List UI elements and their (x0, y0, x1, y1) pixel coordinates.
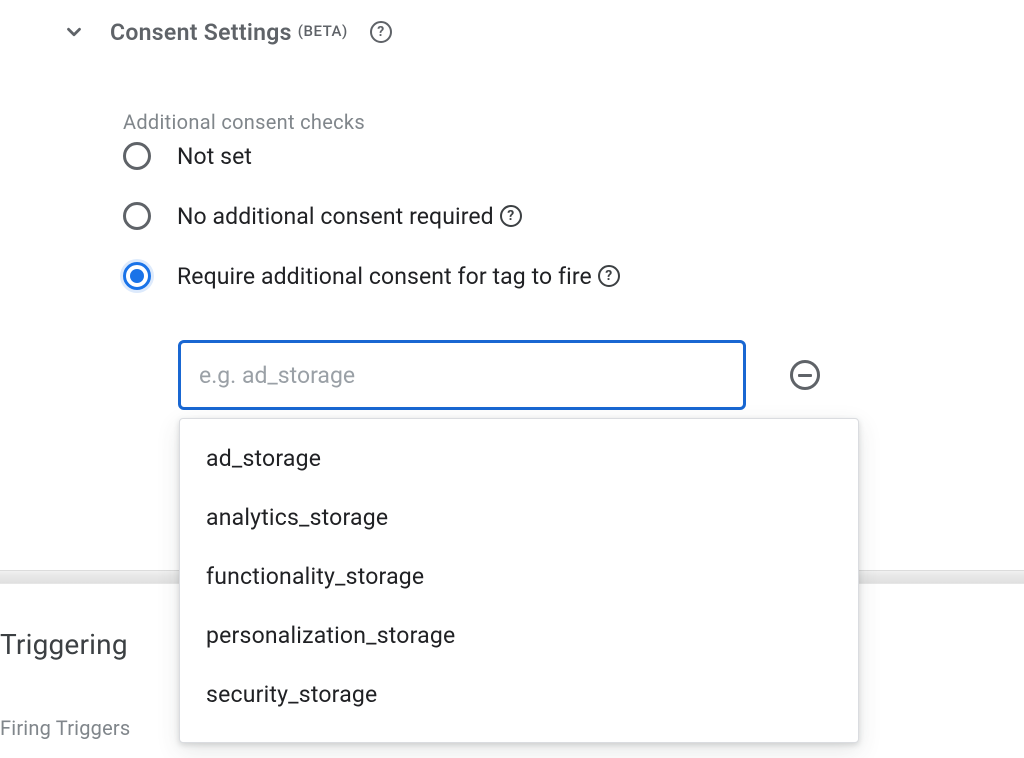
dropdown-item-analytics-storage[interactable]: analytics_storage (180, 488, 858, 547)
beta-tag: (BETA) (298, 22, 348, 40)
triggering-header: Triggering (0, 628, 128, 661)
consent-type-input[interactable] (178, 340, 746, 410)
consent-settings-header: Consent Settings (BETA) ? (60, 18, 392, 46)
radio-icon (123, 202, 151, 230)
radio-not-set[interactable]: Not set (123, 142, 620, 170)
radio-dot-icon (130, 269, 144, 283)
consent-checks-label: Additional consent checks (123, 110, 365, 134)
minus-icon (798, 374, 812, 377)
consent-radio-group: Not set No additional consent required ?… (123, 142, 620, 290)
chevron-down-icon[interactable] (60, 18, 88, 46)
radio-icon (123, 142, 151, 170)
radio-label: No additional consent required ? (177, 203, 522, 230)
help-icon[interactable]: ? (370, 21, 392, 43)
dropdown-item-functionality-storage[interactable]: functionality_storage (180, 547, 858, 606)
section-title-text: Consent Settings (110, 19, 292, 46)
help-icon[interactable]: ? (598, 265, 620, 287)
radio-label: Not set (177, 143, 252, 170)
radio-no-additional[interactable]: No additional consent required ? (123, 202, 620, 230)
help-icon[interactable]: ? (500, 205, 522, 227)
dropdown-item-security-storage[interactable]: security_storage (180, 665, 858, 724)
radio-label: Require additional consent for tag to fi… (177, 263, 620, 290)
section-title: Consent Settings (BETA) (110, 19, 348, 46)
consent-type-dropdown: ad_storage analytics_storage functionali… (179, 418, 859, 743)
firing-triggers-label: Firing Triggers (0, 716, 130, 740)
dropdown-item-personalization-storage[interactable]: personalization_storage (180, 606, 858, 665)
remove-button[interactable] (790, 360, 820, 390)
dropdown-item-ad-storage[interactable]: ad_storage (180, 429, 858, 488)
consent-type-row (178, 340, 820, 410)
radio-require-additional[interactable]: Require additional consent for tag to fi… (123, 262, 620, 290)
radio-icon-selected (123, 262, 151, 290)
